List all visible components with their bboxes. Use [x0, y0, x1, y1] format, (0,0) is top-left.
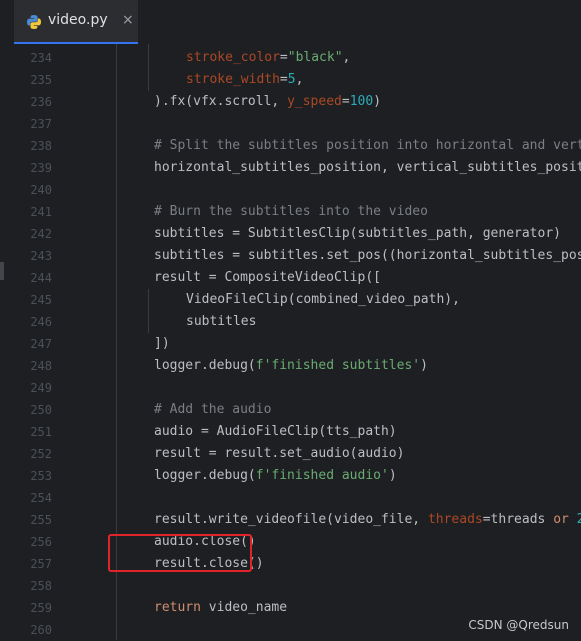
code-line: logger.debug(f'finished subtitles') [154, 355, 428, 377]
code-token: logger.debug( [154, 468, 256, 483]
code-token: subtitles [186, 314, 257, 329]
code-line: # Burn the subtitles into the video [154, 201, 428, 223]
code-token: result.write_videofile(video_file, [154, 512, 428, 527]
code-token: = [279, 50, 288, 65]
tab-video-py[interactable]: video.py × [14, 0, 138, 44]
line-number: 235 [30, 73, 52, 87]
line-number: 251 [30, 425, 52, 439]
code-line: result.write_videofile(video_file, threa… [154, 509, 581, 531]
code-line: stroke_width=5, [186, 69, 303, 91]
code-token: scroll [224, 94, 272, 109]
code-token: result = result.set_audio(audio) [154, 446, 405, 461]
python-icon [27, 15, 41, 29]
line-number: 246 [30, 315, 52, 329]
code-token: =threads [482, 512, 554, 527]
line-number: 241 [30, 205, 52, 219]
code-token: horizontal_subtitles_position, vertical_… [154, 160, 581, 175]
code-token: f'finished audio' [255, 468, 389, 483]
code-token: 5 [287, 72, 296, 87]
line-number: 259 [30, 601, 52, 615]
code-token: y_speed [287, 94, 342, 109]
line-number: 237 [30, 117, 52, 131]
line-number: 243 [30, 249, 52, 263]
code-token: stroke_color [186, 50, 280, 65]
code-token: audio = AudioFileClip(tts_path) [154, 424, 397, 439]
indent-guide [148, 289, 149, 333]
watermark: CSDN @Qredsun [468, 618, 569, 632]
code-token: # Burn the subtitles into the video [154, 204, 428, 219]
code-token: ) [388, 468, 397, 483]
line-number: 240 [30, 183, 52, 197]
code-token: "black" [287, 50, 343, 65]
code-line: logger.debug(f'finished audio') [154, 465, 397, 487]
line-number: 244 [30, 271, 52, 285]
code-token: result = CompositeVideoClip([ [154, 270, 381, 285]
line-number: 248 [30, 359, 52, 373]
code-token: or [553, 512, 569, 527]
line-number: 250 [30, 403, 52, 417]
code-token: 100 [349, 94, 374, 109]
line-number: 245 [30, 293, 52, 307]
line-number: 234 [30, 51, 52, 65]
code-token: subtitles = subtitles. [154, 248, 327, 263]
line-number: 260 [30, 623, 52, 637]
code-line: return video_name [154, 597, 287, 619]
code-token: VideoFileClip(combined_video_path), [186, 292, 460, 307]
code-token: set_pos [326, 248, 381, 263]
code-line: audio = AudioFileClip(tts_path) [154, 421, 397, 443]
highlight-annotation-box [108, 534, 252, 572]
line-number: 252 [30, 447, 52, 461]
code-line: # Split the subtitles position into hori… [154, 135, 581, 157]
line-number: 242 [30, 227, 52, 241]
code-token: ).fx(vfx. [154, 94, 225, 109]
code-line: VideoFileClip(combined_video_path), [186, 289, 460, 311]
code-token: # Add the audio [154, 402, 272, 417]
editor-tab-bar: video.py × [0, 0, 581, 45]
code-token: = [341, 94, 350, 109]
code-line: result = CompositeVideoClip([ [154, 267, 381, 289]
code-token: ((horizontal_subtitles_positi [380, 248, 581, 263]
code-line: ]) [154, 333, 170, 355]
code-token: video_name [200, 600, 288, 615]
code-token: ) [420, 358, 428, 373]
line-number: 256 [30, 535, 52, 549]
line-number: 258 [30, 579, 52, 593]
line-number-gutter: 234 235 236 237 238 239 240 241 242 243 244 245 246 2… [0, 44, 86, 640]
code-line: result = result.set_audio(audio) [154, 443, 404, 465]
code-token: threads [427, 512, 483, 527]
indent-guide [148, 44, 149, 91]
code-line: subtitles = SubtitlesClip(subtitles_path… [154, 223, 561, 245]
close-icon[interactable]: × [122, 12, 134, 28]
code-line: ).fx(vfx.scroll, y_speed=100) [154, 91, 381, 113]
code-token: 2 [576, 512, 581, 527]
code-token: , [342, 50, 351, 65]
line-number: 249 [30, 381, 52, 395]
line-number: 239 [30, 161, 52, 175]
code-token: = [279, 72, 288, 87]
code-line: subtitles [186, 311, 256, 333]
code-token: ) [373, 94, 382, 109]
code-token: f'finished subtitles' [255, 358, 421, 373]
line-number: 236 [30, 95, 52, 109]
code-token: # Split the subtitles position into hori… [154, 138, 581, 153]
code-token: , [295, 72, 304, 87]
line-number: 238 [30, 139, 52, 153]
code-token: return [154, 600, 201, 615]
code-line: stroke_color="black", [186, 47, 350, 69]
code-token: subtitles = SubtitlesClip(subtitles_path… [154, 226, 561, 241]
line-number: 254 [30, 491, 52, 505]
code-line: # Add the audio [154, 399, 271, 421]
line-number: 257 [30, 557, 52, 571]
line-number: 253 [30, 469, 52, 483]
code-token: logger.debug( [154, 358, 256, 373]
line-number: 247 [30, 337, 52, 351]
code-token: stroke_width [186, 72, 280, 87]
line-number: 255 [30, 513, 52, 527]
code-token: ]) [154, 336, 170, 351]
code-token: , [271, 94, 288, 109]
tab-title: video.py [48, 12, 108, 28]
code-line: horizontal_subtitles_position, vertical_… [154, 157, 581, 179]
code-line: subtitles = subtitles.set_pos((horizonta… [154, 245, 581, 267]
